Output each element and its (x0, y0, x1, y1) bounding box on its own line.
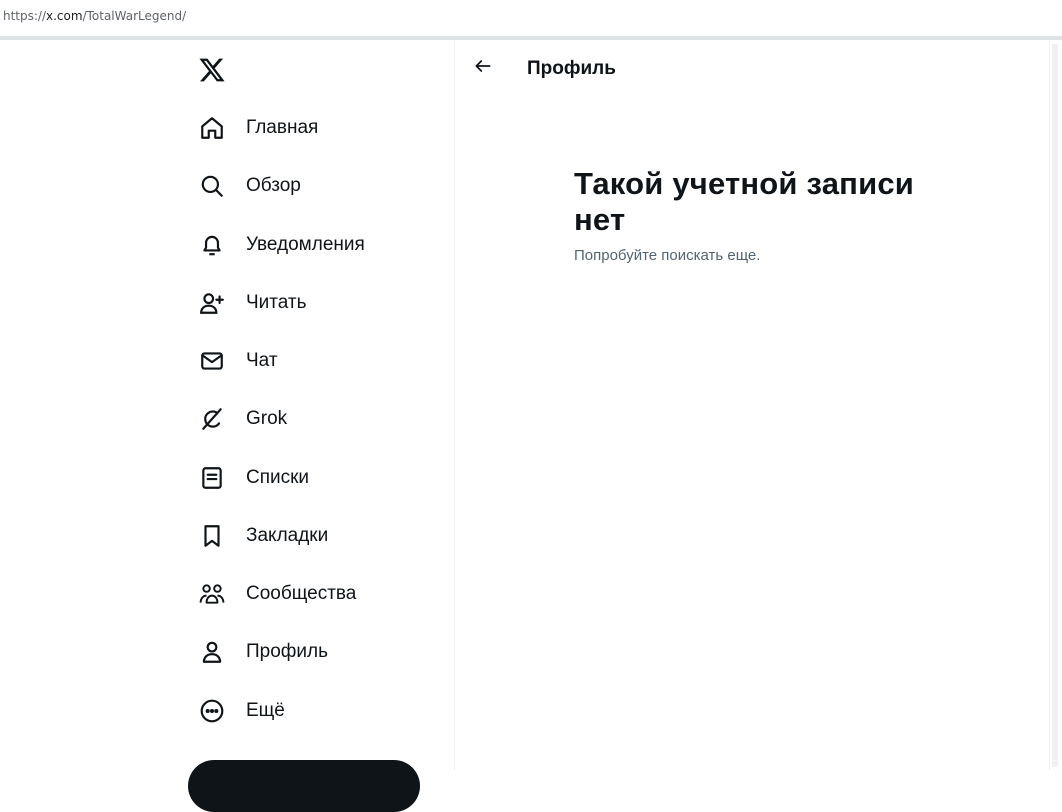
communities-icon (198, 580, 226, 608)
page-title: Профиль (527, 58, 616, 79)
sidebar-item-label: Главная (246, 117, 319, 138)
sidebar-item-label: Читать (246, 292, 307, 313)
sidebar-item-home[interactable]: Главная (198, 108, 438, 148)
sidebar-item-chat[interactable]: Чат (198, 341, 438, 381)
sidebar-item-label: Обзор (246, 175, 301, 196)
profile-icon (198, 638, 226, 666)
address-url[interactable]: https://x.com/TotalWarLegend/ (3, 9, 186, 23)
search-icon (198, 172, 226, 200)
bookmark-icon (198, 522, 226, 550)
empty-state-subtitle: Попробуйте поискать еще. (574, 247, 761, 264)
sidebar-item-label: Уведомления (246, 234, 365, 255)
sidebar-item-label: Закладки (246, 525, 329, 546)
sidebar-item-profile[interactable]: Профиль (198, 632, 438, 672)
more-circle-icon (198, 697, 226, 725)
arrow-left-icon (473, 56, 493, 81)
sidebar-item-bookmarks[interactable]: Закладки (198, 516, 438, 556)
main-column: Профиль Такой учетной записи нет Попробу… (455, 40, 1049, 771)
sidebar-item-grok[interactable]: Grok (198, 399, 438, 439)
sidebar-item-communities[interactable]: Сообщества (198, 574, 438, 614)
scrollbar[interactable] (1052, 44, 1058, 767)
sidebar-item-label: Grok (246, 408, 288, 429)
sidebar-item-more[interactable]: Ещё (198, 691, 438, 731)
sidebar-item-explore[interactable]: Обзор (198, 166, 438, 206)
list-icon (198, 464, 226, 492)
follow-user-icon (198, 289, 226, 317)
sidebar-item-lists[interactable]: Списки (198, 458, 438, 498)
empty-state-title: Такой учетной записи нет (574, 166, 915, 237)
sidebar-item-label: Списки (246, 467, 310, 488)
url-scheme: https:// (3, 9, 47, 23)
grok-icon (198, 405, 226, 433)
post-button[interactable] (188, 760, 420, 812)
sidebar-item-label: Чат (246, 350, 278, 371)
sidebar-nav: Главная Обзор Уведомления Читать Чат Gro… (0, 40, 454, 812)
x-logo-icon[interactable] (198, 56, 226, 84)
back-button[interactable] (469, 54, 497, 82)
sidebar-item-label: Профиль (246, 641, 329, 662)
url-path: /TotalWarLegend/ (82, 9, 187, 23)
sidebar-item-follow[interactable]: Читать (198, 283, 438, 323)
sidebar-item-label: Ещё (246, 700, 285, 721)
bell-icon (198, 231, 226, 259)
sidebar-item-label: Сообщества (246, 583, 357, 604)
home-icon (198, 114, 226, 142)
column-divider-right (1049, 40, 1050, 771)
mail-icon (198, 347, 226, 375)
browser-address-bar[interactable]: https://x.com/TotalWarLegend/ (0, 0, 1062, 36)
url-host: x.com (46, 9, 83, 23)
sidebar-item-notifications[interactable]: Уведомления (198, 225, 438, 265)
